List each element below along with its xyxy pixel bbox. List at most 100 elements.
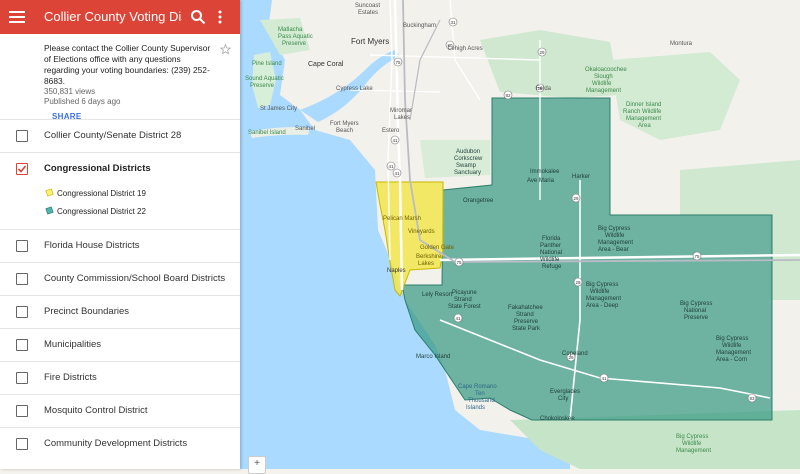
shield-icon: 75 xyxy=(454,257,464,267)
map-description: Please contact the Collier County Superv… xyxy=(0,34,240,128)
layer-label: Fire Districts xyxy=(44,372,97,383)
map-canvas[interactable]: 75 41 29 82 31 80 41 29 75 29 41 29 41 8… xyxy=(240,0,800,469)
place-label: Picayune xyxy=(452,290,477,296)
layer-florida-house[interactable]: Florida House Districts xyxy=(0,229,240,262)
place-label: Sanibel Island xyxy=(248,130,286,136)
place-label: Strand xyxy=(516,312,534,318)
shield-icon: 29 xyxy=(571,193,581,203)
description-text: Please contact the Collier County Superv… xyxy=(44,43,211,86)
place-label: Wildlife xyxy=(722,343,742,349)
layer-checkbox[interactable] xyxy=(16,372,28,384)
place-label: Beach xyxy=(336,128,353,134)
shield-icon: 41 xyxy=(390,135,400,145)
layer-checkbox[interactable] xyxy=(16,130,28,142)
svg-text:29: 29 xyxy=(539,50,545,55)
place-label: Sanibel xyxy=(295,126,315,132)
legend-item-district-19[interactable]: Congressional District 19 xyxy=(0,185,240,203)
layer-label: Collier County/Senate District 28 xyxy=(44,130,182,141)
place-label: Panther xyxy=(540,243,561,249)
more-vert-icon[interactable] xyxy=(216,9,224,25)
place-label: Harker xyxy=(572,174,590,180)
place-label: Refuge xyxy=(542,264,562,270)
place-label: Big Cypress xyxy=(716,336,748,342)
place-label: Swamp xyxy=(456,163,477,169)
layer-congressional-districts[interactable]: Congressional Districts xyxy=(0,153,240,185)
menu-icon[interactable] xyxy=(9,8,25,26)
layer-checkbox[interactable] xyxy=(16,438,28,450)
place-label: Marco Island xyxy=(416,354,450,360)
shield-icon: 75 xyxy=(393,57,403,67)
shield-icon: 75 xyxy=(692,251,702,261)
check-icon xyxy=(17,165,27,173)
layer-checkbox-checked[interactable] xyxy=(16,163,28,175)
svg-text:31: 31 xyxy=(450,20,456,25)
layer-checkbox[interactable] xyxy=(16,273,28,285)
layer-checkbox[interactable] xyxy=(16,405,28,417)
place-label: State Park xyxy=(512,326,541,332)
place-label: Vineyards xyxy=(408,229,435,235)
search-icon[interactable] xyxy=(190,9,206,25)
map-zoom-control[interactable]: + xyxy=(248,456,266,474)
place-label: National xyxy=(684,308,706,314)
shield-icon: 83 xyxy=(747,393,757,403)
layer-checkbox[interactable] xyxy=(16,306,28,318)
place-label: Preserve xyxy=(684,315,709,321)
sidebar-panel: Collier County Voting Distr Please conta… xyxy=(0,0,240,469)
shield-icon: 41 xyxy=(453,313,463,323)
app-bar: Collier County Voting Distr xyxy=(0,0,240,34)
layer-precinct-boundaries[interactable]: Precinct Boundaries xyxy=(0,295,240,328)
layer-label: Precinct Boundaries xyxy=(44,306,130,317)
place-label: Immokalee xyxy=(530,169,560,175)
place-label: Area - Corn xyxy=(716,357,747,363)
place-label: Fort Myers xyxy=(351,37,389,46)
place-label: Dinner Island xyxy=(626,102,661,108)
svg-text:41: 41 xyxy=(388,164,394,169)
place-label: Everglades xyxy=(550,389,580,395)
place-label: Estates xyxy=(358,10,378,16)
place-label: Lakes xyxy=(418,261,434,267)
place-label: Fort Myers xyxy=(330,121,359,127)
svg-text:29: 29 xyxy=(573,196,579,201)
place-label: National xyxy=(540,250,562,256)
place-label: Wildlife xyxy=(682,441,702,447)
place-label: Florida xyxy=(542,236,561,242)
layer-community-development[interactable]: Community Development Districts xyxy=(0,427,240,460)
svg-text:41: 41 xyxy=(392,138,398,143)
place-label: Islands xyxy=(466,405,485,411)
layer-senate-district[interactable]: Collier County/Senate District 28 xyxy=(0,119,240,152)
layer-fire-districts[interactable]: Fire Districts xyxy=(0,361,240,394)
svg-text:41: 41 xyxy=(455,316,461,321)
place-label: Strand xyxy=(454,297,472,303)
place-label: Management xyxy=(586,296,621,302)
place-label: Okaloacoochee xyxy=(585,67,627,73)
place-label: Wildlife xyxy=(605,233,625,239)
place-label: Corkscrew xyxy=(454,156,483,162)
place-label: Montura xyxy=(670,41,693,47)
legend-item-district-22[interactable]: Congressional District 22 xyxy=(0,203,240,221)
layer-municipalities[interactable]: Municipalities xyxy=(0,328,240,361)
place-label: Suncoast xyxy=(355,3,380,9)
shield-icon: 41 xyxy=(599,373,609,383)
place-label: Berkshire xyxy=(416,254,442,260)
place-label: Big Cypress xyxy=(676,434,708,440)
place-label: Fakahatchee xyxy=(508,305,543,311)
place-label: Matlacha xyxy=(278,27,303,33)
place-label: Lakes xyxy=(394,115,410,121)
place-label: Area - Bear xyxy=(598,247,629,253)
svg-text:82: 82 xyxy=(505,93,511,98)
place-label: Preserve xyxy=(514,319,539,325)
svg-text:75: 75 xyxy=(456,260,462,265)
layer-checkbox[interactable] xyxy=(16,339,28,351)
layer-county-commission[interactable]: County Commission/School Board Districts xyxy=(0,262,240,295)
place-label: Preserve xyxy=(282,41,307,47)
svg-text:83: 83 xyxy=(749,396,755,401)
layer-mosquito-control[interactable]: Mosquito Control District xyxy=(0,394,240,427)
shield-icon: 29 xyxy=(537,47,547,57)
place-label: Ranch Wildlife xyxy=(623,109,662,115)
svg-text:29: 29 xyxy=(575,280,581,285)
star-icon[interactable] xyxy=(220,44,231,55)
layer-checkbox[interactable] xyxy=(16,240,28,252)
place-label: Management xyxy=(716,350,751,356)
polygon-swatch-icon xyxy=(45,188,54,197)
place-label: Copeland xyxy=(562,351,588,357)
